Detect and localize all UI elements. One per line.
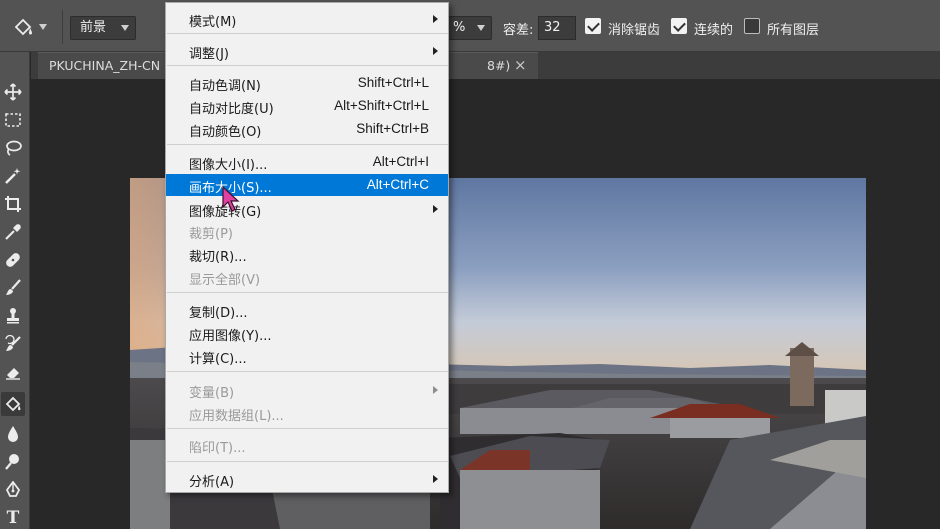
menu-item-trim[interactable]: 裁切(R)...: [166, 243, 448, 265]
menu-item-adjustments[interactable]: 调整(J): [166, 40, 448, 62]
tolerance-label: 容差:: [503, 23, 534, 38]
options-bar: 前景 % 容差: 32 消除锯齿 连续的 所有图层: [0, 0, 940, 52]
submenu-arrow-icon: [433, 205, 438, 213]
tolerance-input[interactable]: 32: [538, 16, 576, 40]
eraser-tool-icon[interactable]: [1, 360, 25, 384]
all-layers-label: 所有图层: [767, 23, 820, 38]
menu-item-canvas-size[interactable]: 画布大小(S)... Alt+Ctrl+C: [166, 174, 448, 196]
contiguous-label: 连续的: [694, 23, 734, 38]
magic-wand-tool-icon[interactable]: [1, 164, 25, 188]
menu-item-label: 裁剪(P): [189, 227, 233, 242]
antialias-label: 消除锯齿: [608, 23, 661, 38]
type-tool-icon[interactable]: T: [1, 506, 25, 529]
fill-source-select[interactable]: 前景: [70, 16, 136, 40]
healing-brush-tool-icon[interactable]: [1, 248, 25, 272]
tool-preset-picker[interactable]: [12, 14, 52, 40]
eyedropper-tool-icon[interactable]: [1, 220, 25, 244]
menu-divider: [167, 144, 448, 145]
menu-divider: [167, 33, 448, 34]
pen-tool-icon[interactable]: [1, 478, 25, 502]
antialias-checkbox[interactable]: [585, 18, 601, 34]
tools-panel: T: [0, 52, 30, 529]
menu-item-analysis[interactable]: 分析(A): [166, 468, 448, 490]
menu-item-apply-image[interactable]: 应用图像(Y)...: [166, 322, 448, 344]
contiguous-checkbox[interactable]: [671, 18, 687, 34]
menu-item-calculations[interactable]: 计算(C)...: [166, 345, 448, 367]
document-tab-suffix: 8#): [487, 58, 511, 73]
submenu-arrow-icon: [433, 15, 438, 23]
fill-source-value: 前景: [80, 20, 107, 35]
menu-item-shortcut: Shift+Ctrl+L: [357, 75, 429, 90]
all-layers-checkbox[interactable]: [744, 18, 760, 34]
close-icon[interactable]: ×: [514, 56, 527, 74]
clone-stamp-tool-icon[interactable]: [1, 304, 25, 328]
menu-item-label: 应用图像(Y)...: [189, 329, 272, 344]
menu-item-label: 陷印(T)...: [189, 441, 246, 456]
menu-item-auto-contrast[interactable]: 自动对比度(U) Alt+Shift+Ctrl+L: [166, 95, 448, 117]
opacity-suffix: %: [453, 20, 466, 35]
dodge-tool-icon[interactable]: [1, 450, 25, 474]
mouse-cursor-icon: [222, 185, 240, 212]
paint-bucket-icon: [14, 18, 32, 36]
opacity-field[interactable]: %: [448, 16, 492, 40]
menu-divider: [167, 292, 448, 293]
marquee-tool-icon[interactable]: [1, 108, 25, 132]
menu-item-image-size[interactable]: 图像大小(I)... Alt+Ctrl+I: [166, 151, 448, 173]
menu-item-reveal-all: 显示全部(V): [166, 266, 448, 288]
menu-item-apply-data-set: 应用数据组(L)...: [166, 402, 448, 424]
menu-item-auto-tone[interactable]: 自动色调(N) Shift+Ctrl+L: [166, 72, 448, 94]
menu-divider: [167, 461, 448, 462]
crop-tool-icon[interactable]: [1, 192, 25, 216]
blur-tool-icon[interactable]: [1, 422, 25, 446]
menu-item-auto-color[interactable]: 自动颜色(O) Shift+Ctrl+B: [166, 118, 448, 140]
menu-item-label: 应用数据组(L)...: [189, 409, 284, 424]
lasso-tool-icon[interactable]: [1, 136, 25, 160]
menu-item-label: 裁切(R)...: [189, 250, 247, 265]
menu-item-label: 显示全部(V): [189, 273, 261, 288]
submenu-arrow-icon: [433, 475, 438, 483]
menu-item-label: 图像大小(I)...: [189, 158, 268, 173]
menu-item-label: 自动颜色(O): [189, 125, 262, 140]
menu-item-label: 计算(C)...: [189, 352, 247, 367]
menu-item-label: 模式(M): [189, 15, 237, 30]
submenu-arrow-icon: [433, 386, 438, 394]
menu-item-label: 分析(A): [189, 475, 235, 490]
menu-item-duplicate[interactable]: 复制(D)...: [166, 299, 448, 321]
menu-item-shortcut: Shift+Ctrl+B: [356, 121, 429, 136]
menu-item-label: 自动色调(N): [189, 79, 261, 94]
chevron-down-icon: [39, 24, 47, 30]
menu-item-shortcut: Alt+Ctrl+I: [372, 154, 429, 169]
menu-item-crop: 裁剪(P): [166, 220, 448, 242]
menu-item-label: 复制(D)...: [189, 306, 248, 321]
brush-tool-icon[interactable]: [1, 276, 25, 300]
menu-item-image-rotation[interactable]: 图像旋转(G): [166, 198, 448, 220]
menu-divider: [167, 65, 448, 66]
document-tab-title: PKUCHINA_ZH-CN: [49, 58, 161, 73]
menu-item-label: 自动对比度(U): [189, 102, 274, 117]
paint-bucket-tool-icon[interactable]: [1, 392, 25, 416]
menu-item-label: 调整(J): [189, 47, 229, 62]
submenu-arrow-icon: [433, 47, 438, 55]
menu-item-trap: 陷印(T)...: [166, 434, 448, 456]
chevron-down-icon: [477, 25, 485, 31]
menu-item-variables: 变量(B): [166, 379, 448, 401]
chevron-down-icon: [121, 25, 129, 31]
menu-item-label: 变量(B): [189, 386, 235, 401]
menu-item-shortcut: Alt+Shift+Ctrl+L: [334, 98, 429, 113]
options-divider: [62, 10, 63, 44]
menu-divider: [167, 428, 448, 429]
menu-item-shortcut: Alt+Ctrl+C: [366, 177, 429, 192]
move-tool-icon[interactable]: [1, 80, 25, 104]
menu-divider: [167, 371, 448, 372]
image-menu: 模式(M) 调整(J) 自动色调(N) Shift+Ctrl+L 自动对比度(U…: [165, 2, 449, 493]
menu-item-mode[interactable]: 模式(M): [166, 8, 448, 30]
history-brush-tool-icon[interactable]: [1, 332, 25, 356]
